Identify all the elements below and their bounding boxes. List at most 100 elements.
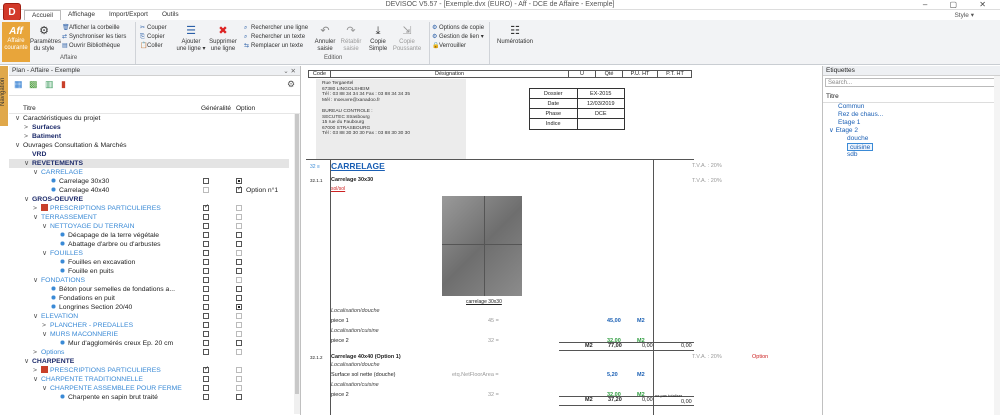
expand-arrow-icon[interactable]: ∨ [42,249,47,258]
tag-item[interactable]: Rez de chaus... [823,111,1000,119]
tree-row[interactable]: Fondations en puit [9,294,289,303]
expand-arrow-icon[interactable]: ∨ [42,384,47,393]
generalite-checkbox[interactable] [203,250,209,256]
tree-row[interactable]: ∨ REVETEMENTS [9,159,289,168]
generalite-checkbox[interactable] [203,295,209,301]
expand-arrow-icon[interactable]: ∨ [42,330,47,339]
tree-row[interactable]: Fouilles en excavation [9,258,289,267]
tree-row[interactable]: > Surfaces [9,123,289,132]
expand-arrow-icon[interactable]: ∨ [33,213,38,222]
expand-arrow-icon[interactable]: ∨ [33,276,38,285]
item1-title[interactable]: Carrelage 30x30 [331,177,373,183]
rechercher-ligne-button[interactable]: ⌕ Rechercher une ligne [244,24,308,32]
rechercher-texte-button[interactable]: ⌕ Rechercher un texte [244,33,305,41]
generalite-checkbox[interactable] [203,268,209,274]
generalite-checkbox[interactable] [203,259,209,265]
retablir-saisie-button[interactable]: ↷ Rétablir saisie [338,24,364,52]
numerotation-button[interactable]: ☷ Numérotation [494,24,536,46]
tab-accueil[interactable]: Accueil [24,10,61,20]
tab-import-export[interactable]: Import/Export [102,10,155,20]
generalite-checkbox[interactable] [203,376,209,382]
tag-item[interactable]: Commun [823,103,1000,111]
generalite-checkbox[interactable] [203,286,209,292]
plan-scrollbar[interactable] [294,114,300,414]
tree-row[interactable]: Carrelage 30x30 [9,177,289,186]
expand-arrow-icon[interactable]: ∨ [24,195,29,204]
generalite-checkbox[interactable] [203,214,209,220]
parametres-style-button[interactable]: ⚙ Paramètres du style [30,24,61,52]
app-logo-icon[interactable]: D [3,3,21,21]
expand-arrow-icon[interactable]: ∨ [33,168,38,177]
option-checkbox[interactable] [236,295,242,301]
gestion-lien-button[interactable]: ⚙ Gestion de lien ▾ [432,33,484,41]
option-checkbox[interactable] [236,385,242,391]
generalite-checkbox[interactable] [203,331,209,337]
tree-row[interactable]: ∨ CHARPENTE TRADITIONNELLE [9,375,289,384]
tree-row[interactable]: VRD [9,150,289,159]
item2-title[interactable]: Carrelage 40x40 (Option 1) [331,354,401,360]
tab-affichage[interactable]: Affichage [61,10,102,20]
option-checkbox[interactable] [236,394,242,400]
expand-icon[interactable]: ▩ [29,79,40,91]
tree-row[interactable]: Charpente en sapin brut traité [9,393,289,402]
synchroniser-tiers-button[interactable]: ⇄ Synchroniser les tiers [62,33,126,41]
verrouiller-button[interactable]: 🔒Verrouiller [432,42,466,50]
tag-item[interactable]: cuisine [823,143,1000,151]
option-checkbox[interactable] [236,205,242,211]
option-checkbox[interactable] [236,232,242,238]
tree-row[interactable]: ∨ FONDATIONS [9,276,289,285]
copie-simple-button[interactable]: ⤓ Copie Simple [366,24,390,52]
tree-row[interactable]: Carrelage 40x40 Option n°1 [9,185,289,195]
option-checkbox[interactable] [236,241,242,247]
tree-view-icon[interactable]: ▦ [14,79,25,91]
options-copie-button[interactable]: ⚙ Options de copie [432,24,484,32]
generalite-checkbox[interactable] [203,241,209,247]
expand-arrow-icon[interactable]: ∨ [24,357,29,366]
option-checkbox[interactable] [236,223,242,229]
document-icon[interactable]: ▥ [45,79,56,91]
tree-row[interactable]: ∨ FOUILLES [9,249,289,258]
option-checkbox[interactable] [236,367,242,373]
expand-arrow-icon[interactable]: ∨ [33,375,38,384]
style-menu[interactable]: Style ▾ [954,11,974,19]
tree-row[interactable]: ∨ Ouvrages Consultation & Marchés [9,141,289,150]
tree-row[interactable]: > PRESCRIPTIONS PARTICULIERES [9,365,289,375]
generalite-checkbox[interactable] [203,304,209,310]
option-checkbox[interactable] [236,268,242,274]
generalite-checkbox[interactable] [203,313,209,319]
option-checkbox[interactable] [236,331,242,337]
option-checkbox[interactable] [236,376,242,382]
generalite-checkbox[interactable] [203,277,209,283]
remplacer-texte-button[interactable]: ⇆ Remplacer un texte [244,42,303,50]
expand-arrow-icon[interactable]: > [24,123,28,132]
tree-row[interactable]: Fouille en puits [9,267,289,276]
tree-row[interactable]: ∨ MURS MACONNERIE [9,330,289,339]
tag-item[interactable]: ∨ Etage 2 [823,127,1000,135]
copier-button[interactable]: ⎘ Copier [140,33,165,41]
expand-arrow-icon[interactable]: ∨ [24,159,29,168]
etiquettes-search-input[interactable]: Search... [825,78,998,87]
tree-row[interactable]: ∨ TERRASSEMENT [9,213,289,222]
tree-row[interactable]: Longrines Section 20/40 [9,303,289,312]
tree-row[interactable]: ∨ NETTOYAGE DU TERRAIN [9,222,289,231]
ouvrir-bibliotheque-button[interactable]: ▤Ouvrir Bibliothèque [62,42,120,50]
option-checkbox[interactable] [236,322,242,328]
option-checkbox[interactable] [236,178,242,184]
tree-row[interactable]: ∨ GROS-OEUVRE [9,195,289,204]
option-checkbox[interactable] [236,259,242,265]
generalite-checkbox[interactable] [203,394,209,400]
tab-outils[interactable]: Outils [155,10,186,20]
tree-row[interactable]: ∨ CARRELAGE [9,168,289,177]
etiquettes-scrollbar[interactable] [994,76,1000,415]
book-icon[interactable]: ▮ [61,79,72,91]
expand-arrow-icon[interactable]: ∨ [33,312,38,321]
option-checkbox[interactable] [236,340,242,346]
afficher-corbeille-button[interactable]: 🗑Afficher la corbeille [62,24,120,32]
expand-arrow-icon[interactable]: > [33,204,37,213]
tree-row[interactable]: Béton pour semelles de fondations a... [9,285,289,294]
generalite-checkbox[interactable] [203,223,209,229]
affaire-courante-button[interactable]: Aff Affaire courante [2,22,30,62]
tree-row[interactable]: ∨ CHARPENTE ASSEMBLEE POUR FERME [9,384,289,393]
expand-arrow-icon[interactable]: > [42,321,46,330]
option-checkbox[interactable] [236,185,242,194]
